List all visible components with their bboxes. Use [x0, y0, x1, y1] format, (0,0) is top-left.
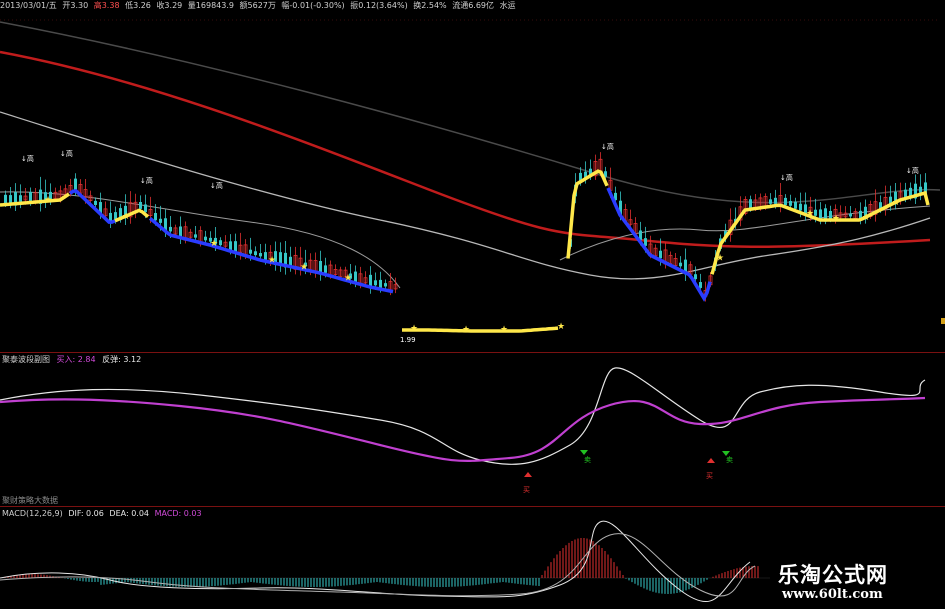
sell-signal-arrow: 卖 — [580, 450, 591, 464]
low-price-marker: 1.99 — [400, 336, 416, 344]
candlestick — [914, 174, 917, 204]
trend-band — [606, 187, 712, 302]
candlestick — [728, 208, 733, 242]
candlestick — [284, 241, 287, 275]
signal-star: ★ — [210, 239, 218, 249]
signal-star: ★ — [716, 254, 724, 264]
signal-star: ★ — [122, 212, 130, 222]
macd-name: MACD(12,26,9) — [2, 509, 63, 518]
signal-star: ★ — [500, 325, 508, 335]
status-note: 水运 — [499, 1, 516, 10]
axis-marker — [941, 318, 945, 324]
peak-markers: ↓高 ↓高 ↓高 ↓高 ↓高 ↓高 ↓高 — [21, 142, 919, 190]
status-change: 幅-0.01(-0.30%) — [281, 1, 345, 10]
macd-dea-line — [0, 533, 756, 597]
signal-star: ★ — [268, 256, 276, 266]
macd-value: MACD: 0.03 — [154, 509, 202, 518]
status-date: 2013/03/01/五 — [0, 1, 57, 10]
status-close: 收3.29 — [156, 1, 183, 10]
signal-star: ★ — [44, 195, 52, 205]
macd-histogram — [1, 538, 759, 594]
signal-star: ★ — [557, 322, 565, 332]
candlestick — [738, 196, 743, 227]
status-float-cap: 流通6.69亿 — [452, 1, 495, 10]
peak-marker: ↓高 — [140, 176, 153, 185]
candlestick — [14, 183, 17, 211]
candlestick — [883, 185, 888, 216]
candlestick — [384, 279, 387, 289]
candlestick — [319, 250, 322, 281]
indicator-name: 聚泰波段副图 — [2, 355, 50, 364]
signal-star: ★ — [344, 274, 352, 284]
peak-marker: ↓高 — [21, 154, 34, 163]
signal-star: ★ — [832, 214, 840, 224]
buy-signal-arrow: 买 — [523, 472, 532, 494]
price-panel[interactable]: ★ ★ ★ ★ ★ ★ ★ ★ ★ ★ ★ ★ ★ ★ ★ ↓高 ↓高 ↓高 ↓高 ↓高 ↓高 ↓高 1.9… — [0, 12, 945, 350]
signal-star: ★ — [892, 198, 900, 208]
status-high: 高3.38 — [93, 1, 120, 10]
candlestick — [39, 176, 42, 212]
status-bar: 2013/03/01/五 开3.30 高3.38 低3.26 收3.29 量16… — [0, 0, 945, 12]
peak-marker: ↓高 — [210, 181, 223, 190]
svg-text:买: 买 — [706, 472, 713, 480]
peak-marker: ↓高 — [601, 142, 614, 151]
candlestick — [109, 201, 112, 229]
signal-stars: ★ ★ ★ ★ ★ ★ ★ ★ ★ ★ ★ ★ ★ ★ ★ — [44, 195, 900, 335]
macd-dif: DIF: 0.06 — [68, 509, 104, 518]
indicator-panel[interactable]: 买 卖 买 卖 — [0, 365, 945, 503]
svg-text:买: 买 — [523, 486, 530, 494]
trend-bands — [0, 169, 930, 333]
peak-marker: ↓高 — [780, 173, 793, 182]
macd-dea: DEA: 0.04 — [109, 509, 150, 518]
candlestick — [293, 246, 298, 275]
signal-star: ★ — [410, 324, 418, 334]
signal-star: ★ — [806, 209, 814, 219]
candlestick — [393, 277, 398, 294]
candlestick — [254, 246, 257, 259]
status-amount: 额5627万 — [239, 1, 276, 10]
status-open: 开3.30 — [62, 1, 89, 10]
ma-dark-line — [0, 21, 941, 204]
watermark-logo: 乐淘公式网 www.60lt.com — [768, 556, 945, 609]
watermark-title: 乐淘公式网 — [778, 563, 888, 587]
macd-dif-line — [0, 520, 751, 603]
status-amplitude: 振0.12(3.64%) — [350, 1, 408, 10]
svg-text:卖: 卖 — [726, 456, 733, 464]
peak-marker: ↓高 — [906, 166, 919, 175]
panel-separator — [0, 352, 945, 353]
candlestick — [94, 197, 97, 208]
status-turnover: 换2.54% — [413, 1, 447, 10]
trend-band — [566, 169, 609, 259]
svg-text:卖: 卖 — [584, 456, 591, 464]
candlestick — [593, 154, 598, 180]
sell-signal-arrow: 卖 — [722, 451, 733, 464]
trading-chart-window: 2013/03/01/五 开3.30 高3.38 低3.26 收3.29 量16… — [0, 0, 945, 609]
indicator-buy-value: 买入: 2.84 — [56, 355, 96, 364]
indicator-header: 聚泰波段副图 买入: 2.84 反弹: 3.12 — [2, 355, 141, 365]
status-volume: 量169843.9 — [187, 1, 234, 10]
signal-star: ★ — [862, 213, 870, 223]
candlestick — [133, 193, 138, 219]
candlestick — [369, 266, 372, 294]
indicator-white-line — [0, 367, 926, 465]
ma-red-line — [0, 50, 931, 248]
signal-star: ★ — [300, 263, 308, 273]
status-low: 低3.26 — [125, 1, 151, 10]
candlestick — [219, 237, 222, 247]
candlestick — [279, 242, 282, 272]
buy-signal-arrow: 买 — [706, 458, 715, 480]
candlestick — [778, 183, 783, 213]
candlestick — [684, 248, 687, 282]
signal-star: ★ — [462, 325, 470, 335]
candlestick — [188, 228, 193, 240]
watermark-url: www.60lt.com — [782, 587, 883, 602]
indicator-rebound-value: 反弹: 3.12 — [102, 355, 142, 364]
peak-marker: ↓高 — [60, 149, 73, 158]
indicator-bottom-label: 聚财策略大数据 — [2, 496, 58, 505]
indicator-purple-line — [0, 396, 926, 462]
trend-band — [402, 326, 559, 333]
panel-separator — [0, 506, 945, 507]
candlestick — [179, 216, 182, 244]
